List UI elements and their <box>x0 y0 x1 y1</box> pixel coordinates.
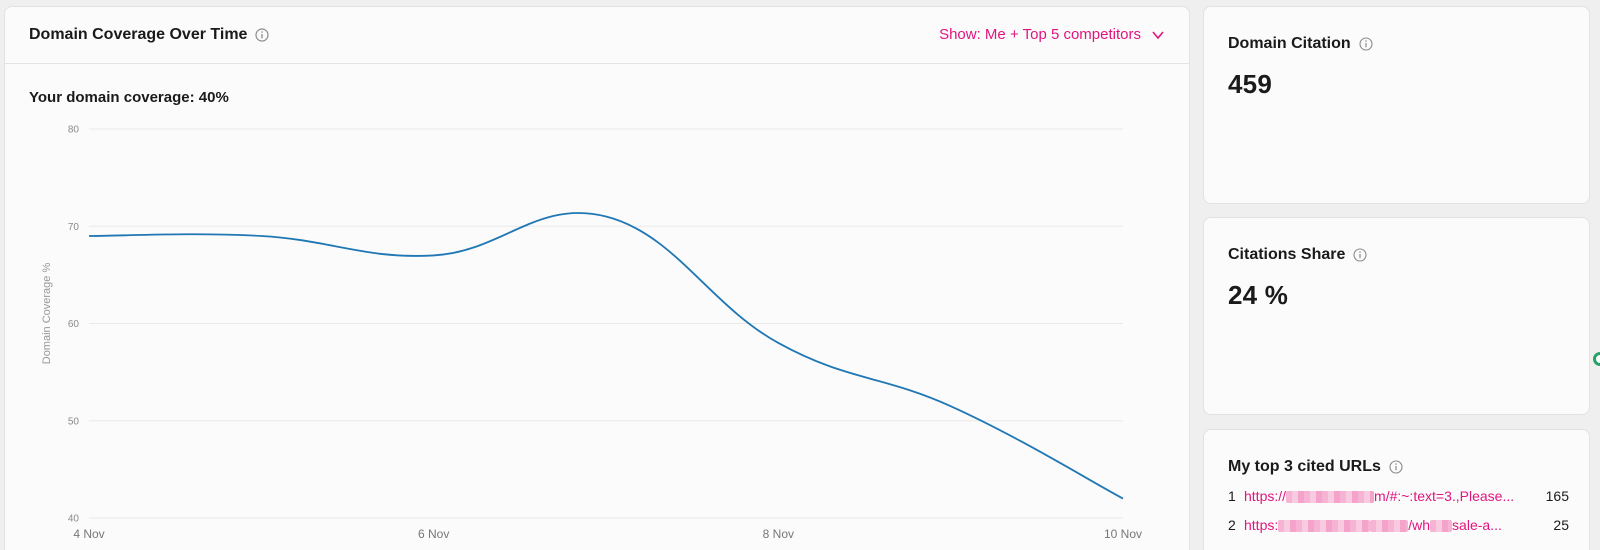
domain-coverage-card: Domain Coverage Over Time Show: Me + Top… <box>4 6 1190 550</box>
x-tick-label: 4 Nov <box>73 527 104 541</box>
y-axis-label: Domain Coverage % <box>41 263 53 365</box>
url-citation-count: 25 <box>1553 517 1569 533</box>
url-citation-count: 165 <box>1545 488 1569 504</box>
url-text-end: sale-a... <box>1452 517 1502 533</box>
domain-citation-card: Domain Citation 459 <box>1203 6 1590 204</box>
list-item: 2 https: /wh sale-a... 25 <box>1228 517 1569 533</box>
x-tick-label: 6 Nov <box>418 527 449 541</box>
domain-citation-title-row: Domain Citation <box>1228 35 1373 53</box>
url-text-mid: /wh <box>1408 517 1431 533</box>
redacted-text <box>1278 520 1371 533</box>
url-rank: 1 <box>1228 488 1236 504</box>
domain-citation-value: 459 <box>1228 69 1272 99</box>
x-tick-label: 8 Nov <box>763 527 794 541</box>
top-urls-title-row: My top 3 cited URLs <box>1228 458 1403 476</box>
info-icon[interactable] <box>1353 248 1367 262</box>
info-icon[interactable] <box>1359 37 1373 51</box>
url-text-end: m/#:~:text=3.,Please... <box>1374 488 1515 504</box>
redacted-text <box>1286 491 1375 504</box>
domain-citation-title: Domain Citation <box>1228 35 1351 52</box>
y-tick-label: 80 <box>68 125 80 136</box>
top-cited-urls-card: My top 3 cited URLs 1 https:// m/#:~:text… <box>1203 429 1590 550</box>
citations-share-title-row: Citations Share <box>1228 246 1367 264</box>
info-icon[interactable] <box>1389 460 1403 474</box>
cited-url-link[interactable]: https:// m/#:~:text=3.,Please... <box>1244 488 1529 504</box>
url-text-start: https: <box>1244 517 1279 533</box>
cited-url-link[interactable]: https: /wh sale-a... <box>1244 517 1529 533</box>
x-tick-label: 10 Nov <box>1104 527 1142 541</box>
y-tick-label: 40 <box>68 514 80 525</box>
url-text-start: https:// <box>1244 488 1287 504</box>
y-tick-label: 50 <box>68 416 80 427</box>
citations-share-card: Citations Share 24 % <box>1203 217 1590 415</box>
coverage-line-chart: 40 50 60 70 80 4 Nov 6 Nov 8 Nov 10 Nov Domain Co… <box>41 125 1142 542</box>
redacted-text <box>1430 520 1453 533</box>
assistant-bubble-icon[interactable] <box>1593 352 1600 366</box>
citations-share-value: 24 % <box>1228 280 1289 310</box>
url-rank: 2 <box>1228 517 1236 533</box>
list-item: 1 https:// m/#:~:text=3.,Please... 165 <box>1228 488 1569 504</box>
y-tick-label: 70 <box>68 222 80 233</box>
y-tick-label: 60 <box>68 319 80 330</box>
top-urls-title: My top 3 cited URLs <box>1228 458 1381 475</box>
series-line <box>88 212 1124 500</box>
redacted-text <box>1370 520 1409 533</box>
citations-share-title: Citations Share <box>1228 246 1346 263</box>
